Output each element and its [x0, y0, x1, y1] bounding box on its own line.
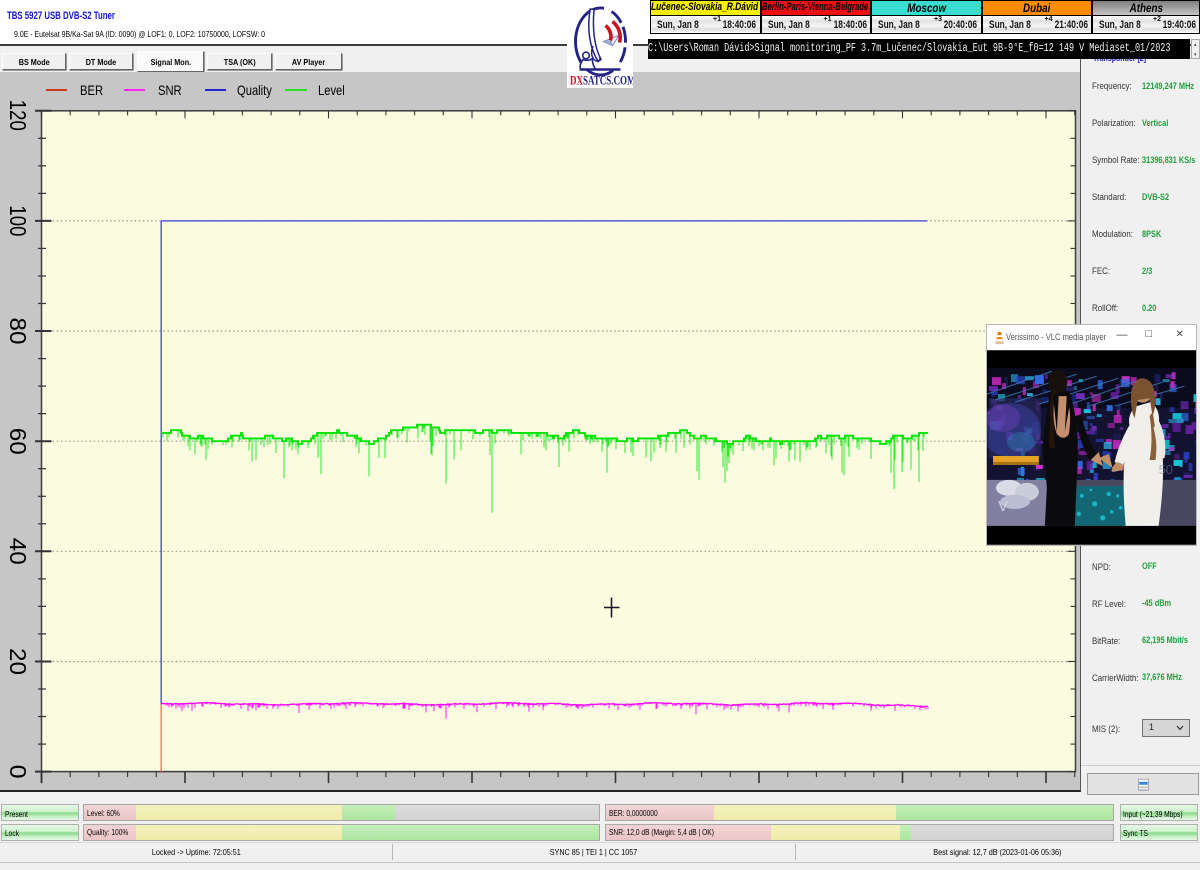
svg-text:DXSATCS.COM: DXSATCS.COM [570, 74, 633, 88]
svg-text:0: 0 [5, 765, 31, 779]
svg-text:20: 20 [5, 648, 31, 675]
svg-text:50: 50 [1158, 462, 1172, 477]
svg-text:40: 40 [5, 538, 31, 565]
svg-text:100: 100 [5, 205, 31, 236]
svg-text:V: V [997, 498, 1007, 515]
svg-text:60: 60 [5, 428, 31, 455]
svg-text:120: 120 [5, 100, 31, 131]
svg-text:80: 80 [5, 318, 31, 345]
